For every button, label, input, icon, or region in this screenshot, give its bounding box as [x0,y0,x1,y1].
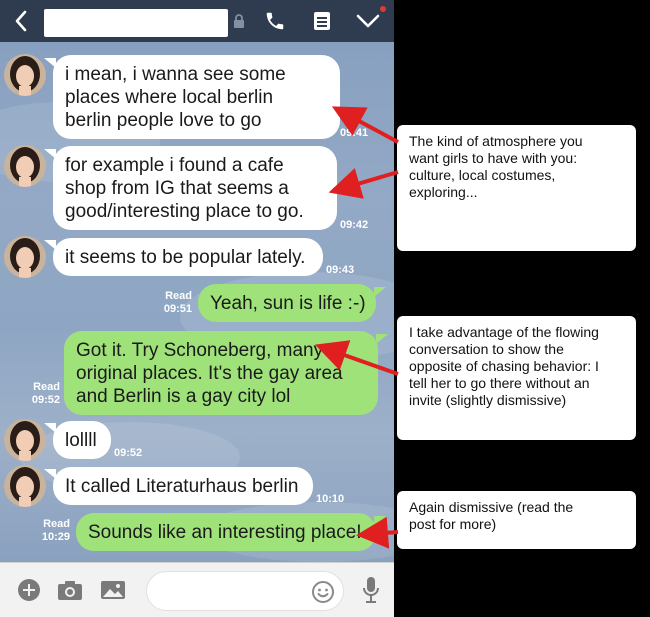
annotation-note: Again dismissive (read the post for more… [397,491,636,549]
message-text: shop from IG that seems a [65,178,289,199]
message-text: good/interesting place to go. [65,201,304,222]
avatar[interactable] [4,419,46,461]
read-receipt: Read 09:51 [163,290,192,315]
message-bubble[interactable]: i mean, i wanna see some places where lo… [53,55,340,139]
chat-header [0,0,394,42]
message-time: 09:41 [340,127,369,139]
message-time: 10:10 [316,493,345,505]
plus-icon[interactable] [10,571,48,609]
chat-screen: i mean, i wanna see some places where lo… [0,0,394,617]
message-text: and Berlin is a gay city lol [76,386,291,407]
message-time: 09:42 [340,219,369,231]
message-composer [0,562,394,617]
message-input[interactable] [146,571,344,611]
message-bubble[interactable]: lollll [53,421,111,459]
notes-icon[interactable] [310,0,334,42]
image-icon[interactable] [94,571,132,609]
annotation-note: I take advantage of the flowing conversa… [397,316,636,440]
message-text: Yeah, sun is life :-) [210,293,366,314]
microphone-icon[interactable] [352,571,390,609]
message-bubble[interactable]: Yeah, sun is life :-) [198,284,376,322]
message-time: 09:43 [326,264,355,276]
phone-icon[interactable] [262,0,288,42]
lock-icon [231,0,247,42]
notification-dot [380,6,386,12]
message-text: original places. It's the gay area [76,363,343,384]
read-receipt: Read 09:52 [31,381,60,406]
camera-icon[interactable] [51,571,89,609]
message-text: for example i found a cafe [65,155,284,176]
message-bubble[interactable]: Sounds like an interesting place! [76,513,376,551]
message-text: berlin people love to go [65,110,262,131]
message-bubble[interactable]: it seems to be popular lately. [53,238,323,276]
message-text: i mean, i wanna see some [65,64,286,85]
read-receipt: Read 10:29 [41,518,70,543]
message-text: places where local berlin [65,87,274,108]
message-text: it seems to be popular lately. [65,247,306,268]
message-bubble[interactable]: Got it. Try Schoneberg, many original pl… [64,331,378,415]
avatar[interactable] [4,465,46,507]
message-text: Got it. Try Schoneberg, many [76,340,324,361]
message-text: Sounds like an interesting place! [88,522,362,543]
avatar[interactable] [4,54,46,96]
chevron-down-icon[interactable] [353,0,383,42]
annotation-note: The kind of atmosphere you want girls to… [397,125,636,251]
message-bubble[interactable]: for example i found a cafe shop from IG … [53,146,337,230]
message-bubble[interactable]: It called Literaturhaus berlin [53,467,313,505]
avatar[interactable] [4,236,46,278]
emoji-icon[interactable] [311,580,335,609]
message-text: lollll [65,430,97,451]
message-text: It called Literaturhaus berlin [65,476,299,497]
chat-title[interactable] [44,9,228,37]
avatar[interactable] [4,145,46,187]
message-time: 09:52 [114,447,143,459]
chevron-left-icon[interactable] [6,0,36,42]
